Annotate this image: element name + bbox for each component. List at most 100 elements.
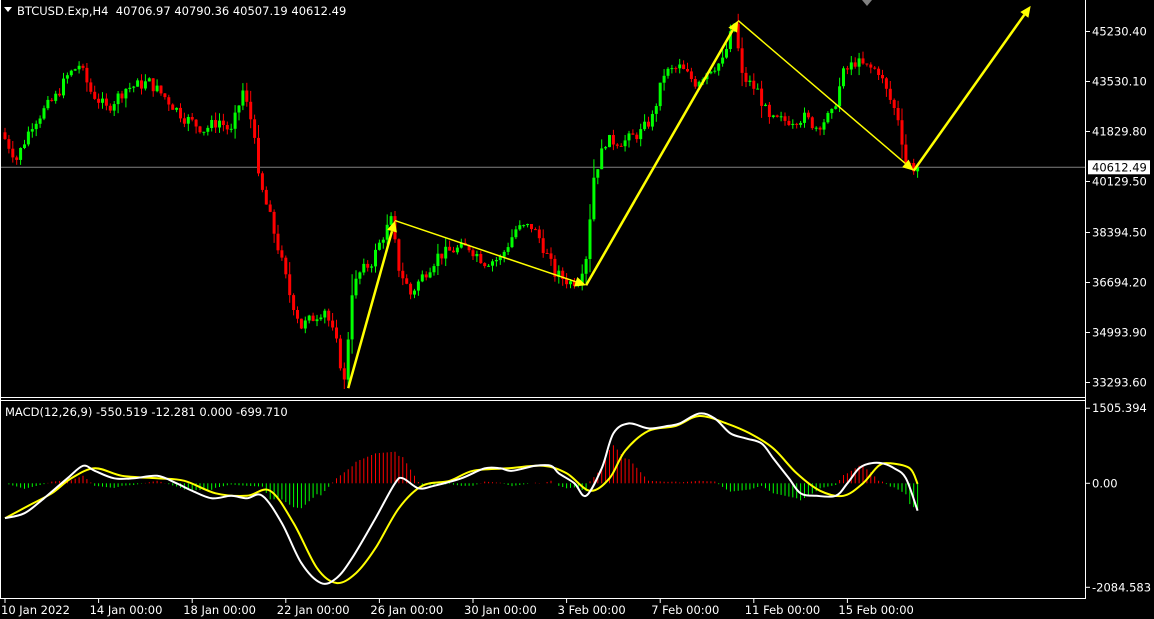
candle-body: [569, 281, 572, 285]
candle-body: [865, 63, 869, 65]
candle-body: [881, 75, 884, 79]
time-axis-label: 30 Jan 00:00: [464, 603, 537, 617]
chart-background: [0, 0, 1154, 619]
candle-body: [623, 140, 627, 147]
candle-body: [249, 101, 253, 120]
candle-body: [565, 279, 569, 285]
candle-body: [806, 112, 810, 118]
time-axis-label: 22 Jan 00:00: [277, 603, 350, 617]
candle-body: [151, 78, 155, 92]
price-axis-label: 38394.50: [1092, 226, 1147, 240]
candle-body: [771, 115, 775, 117]
price-axis-label: 34993.90: [1092, 326, 1147, 340]
candle-body: [101, 98, 104, 103]
candle-body: [662, 75, 666, 83]
candle-body: [748, 80, 752, 82]
time-axis-label: 7 Feb 00:00: [651, 603, 719, 617]
candle-body: [795, 123, 799, 125]
candle-body: [494, 260, 498, 262]
candle-body: [381, 239, 385, 243]
candle-body: [366, 263, 370, 268]
candle-body: [315, 319, 319, 322]
candle-body: [861, 58, 865, 64]
candle-body: [658, 82, 662, 107]
candle-body: [689, 71, 693, 79]
candle-body: [58, 93, 62, 96]
candle-body: [338, 338, 342, 369]
candle-body: [182, 118, 186, 124]
macd-indicator-label: MACD(12,26,9) -550.519 -12.281 0.000 -69…: [5, 405, 288, 419]
candle-body: [93, 91, 97, 99]
candle-body: [147, 78, 151, 82]
candle-body: [77, 65, 81, 70]
candle-body: [327, 310, 331, 321]
candle-body: [444, 246, 448, 259]
candle-body: [760, 88, 764, 106]
candle-body: [264, 189, 268, 205]
candle-body: [678, 64, 682, 69]
candle-body: [140, 80, 143, 89]
candle-body: [779, 116, 783, 118]
current-price-badge: 40612.49: [1088, 160, 1150, 175]
macd-axis-label: -2084.583: [1092, 580, 1151, 594]
candle-body: [502, 251, 506, 257]
candle-body: [30, 129, 34, 132]
candle-body: [218, 120, 221, 128]
candle-body: [163, 93, 167, 98]
candle-body: [588, 219, 592, 259]
candle-body: [767, 104, 771, 117]
price-axis-label: 40129.50: [1092, 175, 1147, 189]
candle-body: [810, 117, 814, 129]
candle-body: [514, 229, 518, 238]
candle-body: [619, 145, 623, 147]
candle-body: [491, 261, 494, 266]
candle-body: [717, 63, 721, 71]
candle-body: [803, 112, 806, 123]
candle-body: [346, 339, 350, 380]
candle-body: [424, 274, 428, 278]
candle-body: [389, 216, 393, 225]
candle-body: [888, 88, 892, 100]
time-axis-label: 26 Jan 00:00: [370, 603, 443, 617]
candle-body: [900, 120, 904, 145]
candle-body: [416, 281, 420, 291]
candle-body: [3, 132, 7, 139]
candle-body: [826, 113, 830, 123]
candle-body: [214, 120, 218, 128]
candle-body: [210, 120, 214, 128]
candle-body: [257, 137, 260, 174]
candle-body: [545, 253, 549, 254]
candle-body: [179, 107, 182, 119]
candle-body: [377, 242, 381, 250]
candle-body: [455, 247, 459, 253]
candle-body: [533, 229, 537, 231]
candle-body: [221, 120, 225, 125]
candle-body: [296, 310, 299, 319]
candle-body: [38, 118, 42, 124]
candle-body: [245, 90, 249, 102]
candle-body: [292, 295, 296, 310]
candle-body: [15, 157, 19, 160]
candle-body: [26, 131, 30, 145]
candle-body: [186, 117, 190, 124]
candle-body: [159, 85, 163, 94]
candle-body: [877, 68, 881, 75]
candle-body: [233, 112, 237, 129]
time-axis-label: 3 Feb 00:00: [558, 603, 626, 617]
candle-body: [253, 119, 257, 138]
candle-body: [853, 62, 857, 67]
candle-body: [397, 239, 401, 271]
candle-body: [54, 93, 58, 101]
chart-canvas[interactable]: 45230.40 43530.10 41829.80 40129.50 38394.50…: [0, 0, 1154, 619]
time-axis-label: 18 Jan 00:00: [183, 603, 256, 617]
candle-body: [596, 169, 600, 178]
candle-body: [904, 144, 908, 163]
price-axis-label: 43530.10: [1092, 75, 1147, 89]
candle-body: [787, 120, 791, 125]
candle-body: [530, 224, 533, 230]
candle-body: [592, 177, 596, 220]
candle-body: [362, 263, 366, 273]
candle-body: [354, 278, 358, 296]
candle-body: [288, 274, 292, 296]
candle-body: [108, 105, 112, 111]
